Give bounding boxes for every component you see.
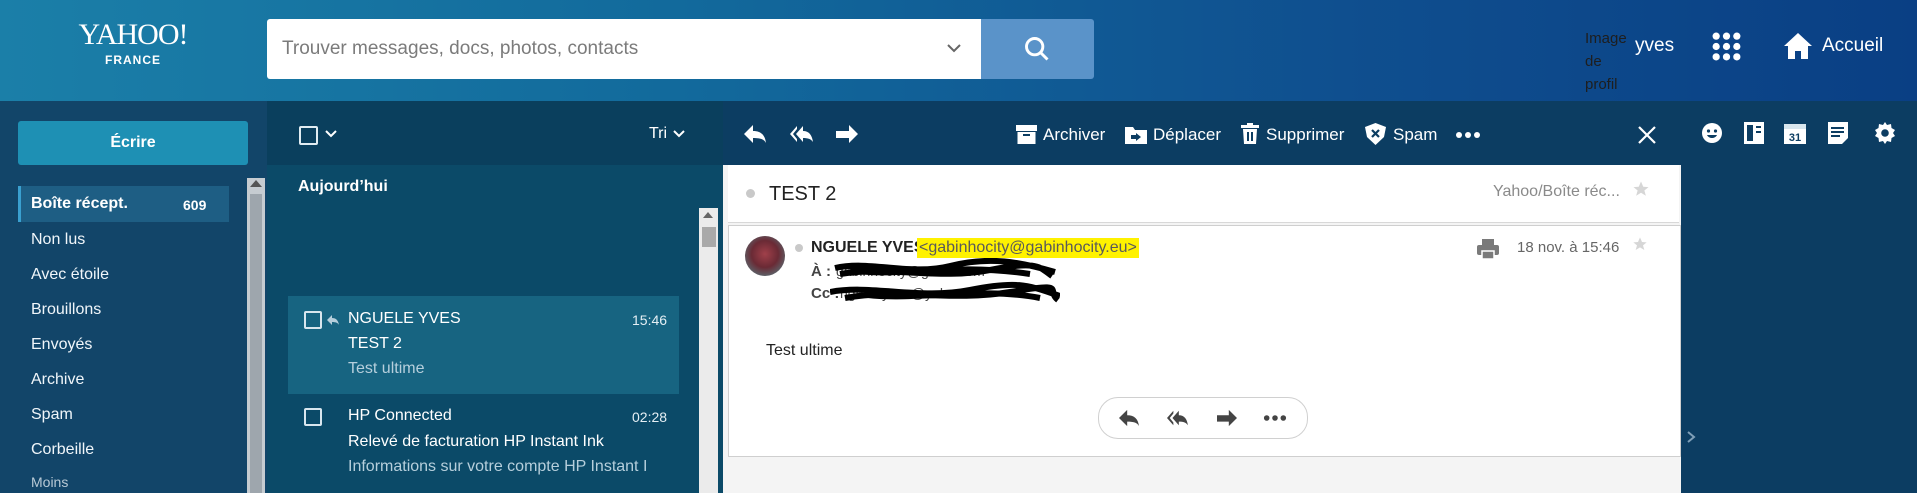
message-body: Test ultime (766, 342, 843, 359)
chevron-down-icon[interactable] (324, 128, 338, 140)
move-folder-icon (1125, 127, 1147, 144)
list-item-subject: TEST 2 (348, 335, 402, 352)
sender-email[interactable]: <gabinhocity@gabinhocity.eu> (917, 238, 1139, 258)
reply-all-icon[interactable] (788, 123, 814, 145)
user-name[interactable]: yves (1635, 35, 1674, 57)
compose-button[interactable]: Écrire (18, 121, 248, 165)
sidebar-item-label: Boîte récept. (31, 195, 128, 212)
sidebar-less-toggle[interactable]: Moins (31, 474, 68, 490)
chevron-down-icon[interactable] (672, 128, 686, 140)
message-subject: TEST 2 (769, 183, 837, 205)
delete-button[interactable]: Supprimer (1266, 125, 1344, 145)
message-date: 18 nov. à 15:46 (1517, 239, 1620, 256)
chevron-down-icon[interactable] (942, 36, 966, 60)
read-status-dot[interactable] (746, 189, 755, 198)
forward-icon[interactable] (1215, 408, 1239, 428)
archive-button[interactable]: Archiver (1043, 125, 1105, 145)
list-item[interactable] (288, 296, 679, 394)
redaction-scribble (830, 258, 1060, 303)
yahoo-logo[interactable]: YAHOO! FRANCE (58, 18, 208, 68)
replied-icon (327, 315, 339, 325)
move-button[interactable]: Déplacer (1153, 125, 1221, 145)
profile-image[interactable]: Image de profil (1585, 27, 1635, 96)
sidebar-item-trash[interactable]: Corbeille (31, 441, 94, 459)
more-options-icon[interactable] (1455, 131, 1481, 139)
search-button[interactable] (981, 19, 1094, 79)
avatar[interactable] (745, 236, 785, 276)
quick-actions (1098, 397, 1308, 439)
home-link[interactable]: Accueil (1822, 35, 1883, 57)
star-icon[interactable] (1632, 180, 1650, 198)
spam-shield-icon (1365, 123, 1386, 145)
sidebar-item-sent[interactable]: Envoyés (31, 336, 92, 354)
list-item-time: 02:28 (632, 409, 668, 425)
chevron-right-icon[interactable] (1686, 430, 1696, 444)
scroll-up-icon[interactable] (250, 180, 262, 187)
unread-count-badge: 609 (183, 197, 207, 213)
print-icon[interactable] (1477, 238, 1499, 260)
sidebar-item-archive[interactable]: Archive (31, 371, 84, 389)
scroll-up-icon[interactable] (703, 212, 713, 218)
to-label: À : (811, 263, 831, 280)
list-scroll-thumb[interactable] (702, 227, 716, 247)
settings-gear-icon[interactable] (1873, 121, 1897, 145)
reply-icon[interactable] (742, 123, 768, 145)
notepad-icon[interactable] (1744, 122, 1764, 144)
list-item-sender: NGUELE YVES (348, 310, 461, 327)
sidebar-item-drafts[interactable]: Brouillons (31, 301, 101, 319)
list-scrollbar[interactable] (699, 208, 718, 493)
notes-icon[interactable] (1828, 122, 1848, 144)
emoji-contacts-icon[interactable] (1701, 122, 1723, 144)
read-status-dot[interactable] (795, 244, 803, 252)
reply-icon[interactable] (1117, 408, 1141, 428)
sender-name[interactable]: NGUELE YVES (811, 239, 925, 257)
right-rail (1681, 101, 1917, 493)
list-item-preview: Test ultime (348, 360, 425, 377)
more-options-icon[interactable] (1263, 414, 1287, 422)
list-item-subject: Relevé de facturation HP Instant Ink (348, 433, 604, 450)
list-item-sender: HP Connected (348, 407, 452, 424)
sidebar-item-unread[interactable]: Non lus (31, 231, 85, 249)
logo-region: FRANCE (105, 53, 161, 67)
search-icon (1025, 37, 1049, 61)
forward-icon[interactable] (834, 123, 860, 145)
trash-icon (1241, 123, 1259, 144)
select-all-checkbox[interactable] (299, 126, 318, 145)
list-item-time: 15:46 (632, 312, 668, 328)
list-item-preview: Informations sur votre compte HP Instant… (348, 458, 648, 475)
apps-grid-icon[interactable] (1711, 31, 1742, 62)
calendar-icon[interactable]: 31 (1784, 122, 1806, 144)
search-placeholder: Trouver messages, docs, photos, contacts (282, 38, 639, 59)
close-icon[interactable] (1637, 125, 1657, 145)
section-header-today: Aujourd’hui (298, 178, 388, 195)
home-icon[interactable] (1782, 31, 1814, 61)
row-checkbox[interactable] (304, 408, 322, 426)
sidebar-item-starred[interactable]: Avec étoile (31, 266, 109, 284)
logo-text: YAHOO! (78, 18, 189, 51)
folder-path: Yahoo/Boîte réc... (1493, 183, 1620, 200)
archive-icon (1016, 125, 1037, 144)
sidebar-scroll-thumb[interactable] (250, 194, 262, 493)
star-icon[interactable] (1632, 236, 1648, 252)
row-checkbox[interactable] (304, 311, 322, 329)
sidebar-item-spam[interactable]: Spam (31, 406, 73, 424)
svg-text:31: 31 (1789, 132, 1801, 144)
sort-button[interactable]: Tri (649, 125, 667, 143)
reply-all-icon[interactable] (1165, 408, 1189, 428)
spam-button[interactable]: Spam (1393, 125, 1437, 145)
